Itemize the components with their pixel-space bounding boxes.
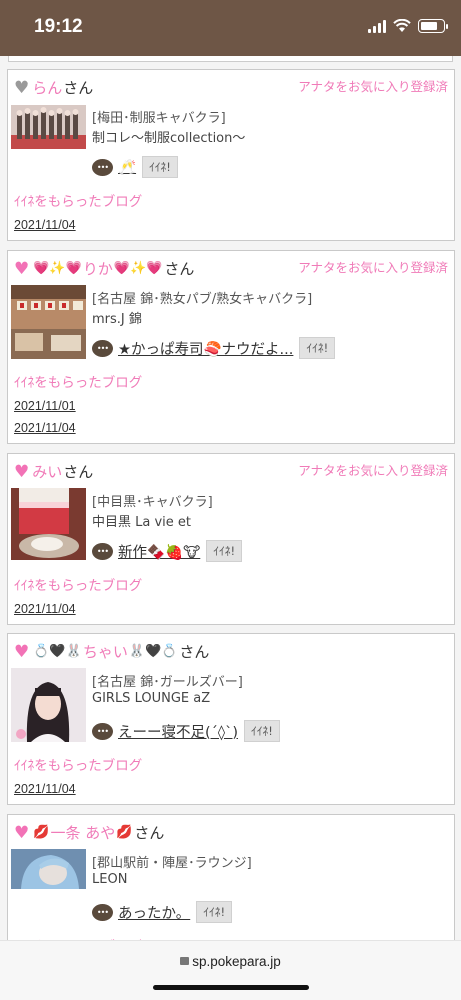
heart-icon: ♥	[14, 461, 30, 482]
user-name[interactable]: 一条 あや	[50, 822, 115, 843]
honorific: さん	[164, 260, 195, 278]
shop-thumbnail[interactable]	[11, 105, 86, 149]
url-display[interactable]: sp.pokepara.jp	[0, 954, 461, 969]
shop-thumbnail[interactable]	[11, 285, 86, 359]
iine-button[interactable]: ｲｲﾈ!	[206, 540, 243, 562]
battery-icon	[418, 19, 448, 33]
heart-icon: ♥	[14, 822, 30, 843]
lock-icon	[180, 957, 190, 965]
blog-title-link[interactable]: 新作🍫🍓🐮	[118, 541, 200, 562]
user-name-row: ♥ らん さん	[14, 77, 93, 98]
signal-icon	[368, 19, 386, 33]
blog-date-link[interactable]: 2021/11/04	[14, 421, 76, 435]
blog-row: 新作🍫🍓🐮 ｲｲﾈ!	[92, 540, 243, 562]
user-name[interactable]: りか	[83, 258, 113, 279]
got-iine-blog-label: ｲｲﾈをもらったブログ	[14, 194, 143, 210]
name-emoji-suffix: 🐰🖤💍	[128, 644, 178, 659]
blog-row: ★かっぱ寿司🍣ナウだよ... ｲｲﾈ!	[92, 337, 336, 359]
blog-row: えーー寝不足(´◊`) ｲｲﾈ!	[92, 720, 280, 742]
user-name-row: ♥ みい さん	[14, 461, 93, 482]
blog-row: 🥂 ｲｲﾈ!	[92, 156, 178, 178]
blog-title-link[interactable]: あったか。	[118, 902, 190, 923]
notification-card: ♥ みい さん アナタをお気に入り登録済 [中目黒･キャバクラ] 中目黒 La …	[7, 453, 455, 625]
speech-bubble-icon	[92, 722, 113, 740]
name-emoji-suffix: 💋	[116, 825, 133, 840]
honorific: さん	[134, 824, 165, 842]
previous-card-edge	[8, 56, 453, 62]
shop-thumbnail[interactable]	[11, 668, 86, 742]
favorite-status: アナタをお気に入り登録済	[298, 260, 448, 275]
user-name[interactable]: らん	[32, 77, 62, 98]
name-emoji-suffix: 💗✨💗	[113, 261, 163, 276]
status-icons	[368, 19, 448, 33]
shop-name[interactable]: 制コレ〜制服collection〜	[92, 127, 245, 146]
wifi-icon	[393, 19, 411, 32]
honorific: さん	[63, 463, 94, 481]
user-name[interactable]: ちゃい	[83, 641, 128, 662]
heart-icon: ♥	[14, 258, 30, 279]
iine-button[interactable]: ｲｲﾈ!	[299, 337, 336, 359]
content-area[interactable]: ♥ らん さん アナタをお気に入り登録済 [梅田･制服キャバクラ] 制コレ〜制服…	[0, 56, 461, 940]
notification-card: ♥ 💍🖤🐰 ちゃい 🐰🖤💍 さん [名古屋 錦･ガールズバー] GIRLS LO…	[7, 633, 455, 805]
blog-title-link[interactable]: えーー寝不足(´◊`)	[118, 721, 238, 742]
speech-bubble-icon	[92, 158, 113, 176]
blog-date-link[interactable]: 2021/11/04	[14, 782, 76, 796]
iine-button[interactable]: ｲｲﾈ!	[196, 901, 233, 923]
shop-thumbnail[interactable]	[11, 488, 86, 560]
honorific: さん	[179, 643, 210, 661]
notification-card: ♥ らん さん アナタをお気に入り登録済 [梅田･制服キャバクラ] 制コレ〜制服…	[7, 69, 455, 241]
name-emoji-prefix: 💗✨💗	[33, 261, 82, 276]
shop-category: [梅田･制服キャバクラ]	[92, 111, 226, 126]
shop-thumbnail[interactable]	[11, 849, 86, 889]
iine-button[interactable]: ｲｲﾈ!	[243, 720, 280, 742]
shop-name[interactable]: mrs.J 錦	[92, 308, 142, 327]
heart-icon: ♥	[14, 641, 30, 662]
shop-category: [名古屋 錦･熟女パブ/熟女キャバクラ]	[92, 292, 313, 307]
user-name[interactable]: みい	[32, 461, 62, 482]
name-emoji-prefix: 💋	[33, 825, 50, 840]
user-name-row: ♥ 💗✨💗 りか 💗✨💗 さん	[14, 258, 194, 279]
speech-bubble-icon	[92, 542, 113, 560]
favorite-status: アナタをお気に入り登録済	[298, 79, 448, 94]
home-indicator[interactable]	[153, 985, 309, 990]
user-name-row: ♥ 💍🖤🐰 ちゃい 🐰🖤💍 さん	[14, 641, 209, 662]
blog-date-link[interactable]: 2021/11/04	[14, 602, 76, 616]
shop-name[interactable]: GIRLS LOUNGE aZ	[92, 691, 210, 706]
heart-icon: ♥	[14, 77, 30, 98]
status-bar: 19:12	[0, 0, 461, 56]
status-time: 19:12	[34, 16, 83, 37]
shop-category: [郡山駅前・陣屋･ラウンジ]	[92, 856, 252, 871]
shop-category: [中目黒･キャバクラ]	[92, 495, 213, 510]
name-emoji-prefix: 💍🖤🐰	[33, 644, 82, 659]
blog-title-link[interactable]: ★かっぱ寿司🍣ナウだよ...	[118, 338, 293, 359]
user-name-row: ♥ 💋 一条 あや 💋 さん	[14, 822, 164, 843]
shop-name[interactable]: LEON	[92, 872, 127, 887]
browser-url-bar[interactable]: sp.pokepara.jp	[0, 940, 461, 1000]
got-iine-blog-label: ｲｲﾈをもらったブログ	[14, 375, 143, 391]
shop-category: [名古屋 錦･ガールズバー]	[92, 675, 243, 690]
url-text: sp.pokepara.jp	[192, 954, 281, 969]
speech-bubble-icon	[92, 339, 113, 357]
favorite-status: アナタをお気に入り登録済	[298, 463, 448, 478]
blog-row: あったか。 ｲｲﾈ!	[92, 901, 233, 923]
honorific: さん	[63, 79, 94, 97]
got-iine-blog-label: ｲｲﾈをもらったブログ	[14, 578, 143, 594]
shop-name[interactable]: 中目黒 La vie et	[92, 511, 191, 530]
speech-bubble-icon	[92, 903, 113, 921]
blog-title-link[interactable]: 🥂	[118, 159, 136, 176]
blog-date-link[interactable]: 2021/11/01	[14, 399, 76, 413]
blog-date-link[interactable]: 2021/11/04	[14, 218, 76, 232]
notification-card: ♥ 💋 一条 あや 💋 さん [郡山駅前・陣屋･ラウンジ] LEON あったか。…	[7, 814, 455, 940]
iine-button[interactable]: ｲｲﾈ!	[142, 156, 178, 178]
got-iine-blog-label: ｲｲﾈをもらったブログ	[14, 758, 143, 774]
notification-card: ♥ 💗✨💗 りか 💗✨💗 さん アナタをお気に入り登録済 [名古屋 錦･熟女パブ…	[7, 250, 455, 444]
